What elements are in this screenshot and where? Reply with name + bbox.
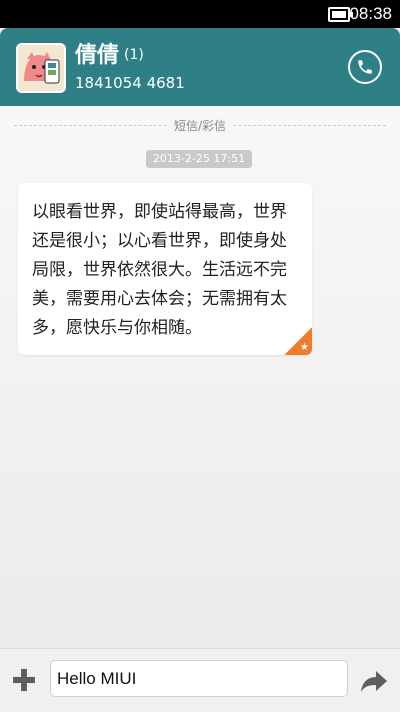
star-icon: ★: [300, 342, 309, 353]
message-thread[interactable]: 短信/彩信 2013-2-25 17:51 以眼看世界，即使站得最高，世界还是很…: [0, 106, 400, 648]
add-attachment-button[interactable]: [13, 669, 35, 691]
message-input[interactable]: [50, 660, 348, 697]
contact-phone-number: 1841054 4681: [75, 74, 185, 92]
battery-level: [332, 11, 346, 18]
call-button[interactable]: [348, 50, 382, 84]
received-message-bubble[interactable]: 以眼看世界，即使站得最高，世界还是很小；以心看世界，即使身处局限，世界依然很大。…: [18, 183, 312, 355]
conversation-header: 倩倩 (1) 1841054 4681: [0, 28, 400, 106]
send-button[interactable]: [360, 669, 388, 693]
phone-icon: [358, 60, 372, 74]
message-text: 以眼看世界，即使站得最高，世界还是很小；以心看世界，即使身处局限，世界依然很大。…: [32, 202, 287, 338]
avatar-image: [18, 45, 64, 91]
status-bar: 08:38: [0, 0, 400, 28]
message-type-label-row: 短信/彩信: [0, 119, 400, 133]
contact-avatar[interactable]: [16, 43, 66, 93]
battery-icon: [328, 7, 353, 22]
contact-name: 倩倩: [75, 43, 120, 68]
message-composer: [0, 648, 400, 712]
starred-marker: ★: [284, 327, 312, 355]
unread-count-badge: (1): [124, 47, 144, 63]
message-timestamp: 2013-2-25 17:51: [146, 150, 252, 168]
send-icon: [361, 671, 387, 692]
status-time: 08:38: [349, 4, 392, 23]
message-type-label: 短信/彩信: [167, 119, 233, 133]
